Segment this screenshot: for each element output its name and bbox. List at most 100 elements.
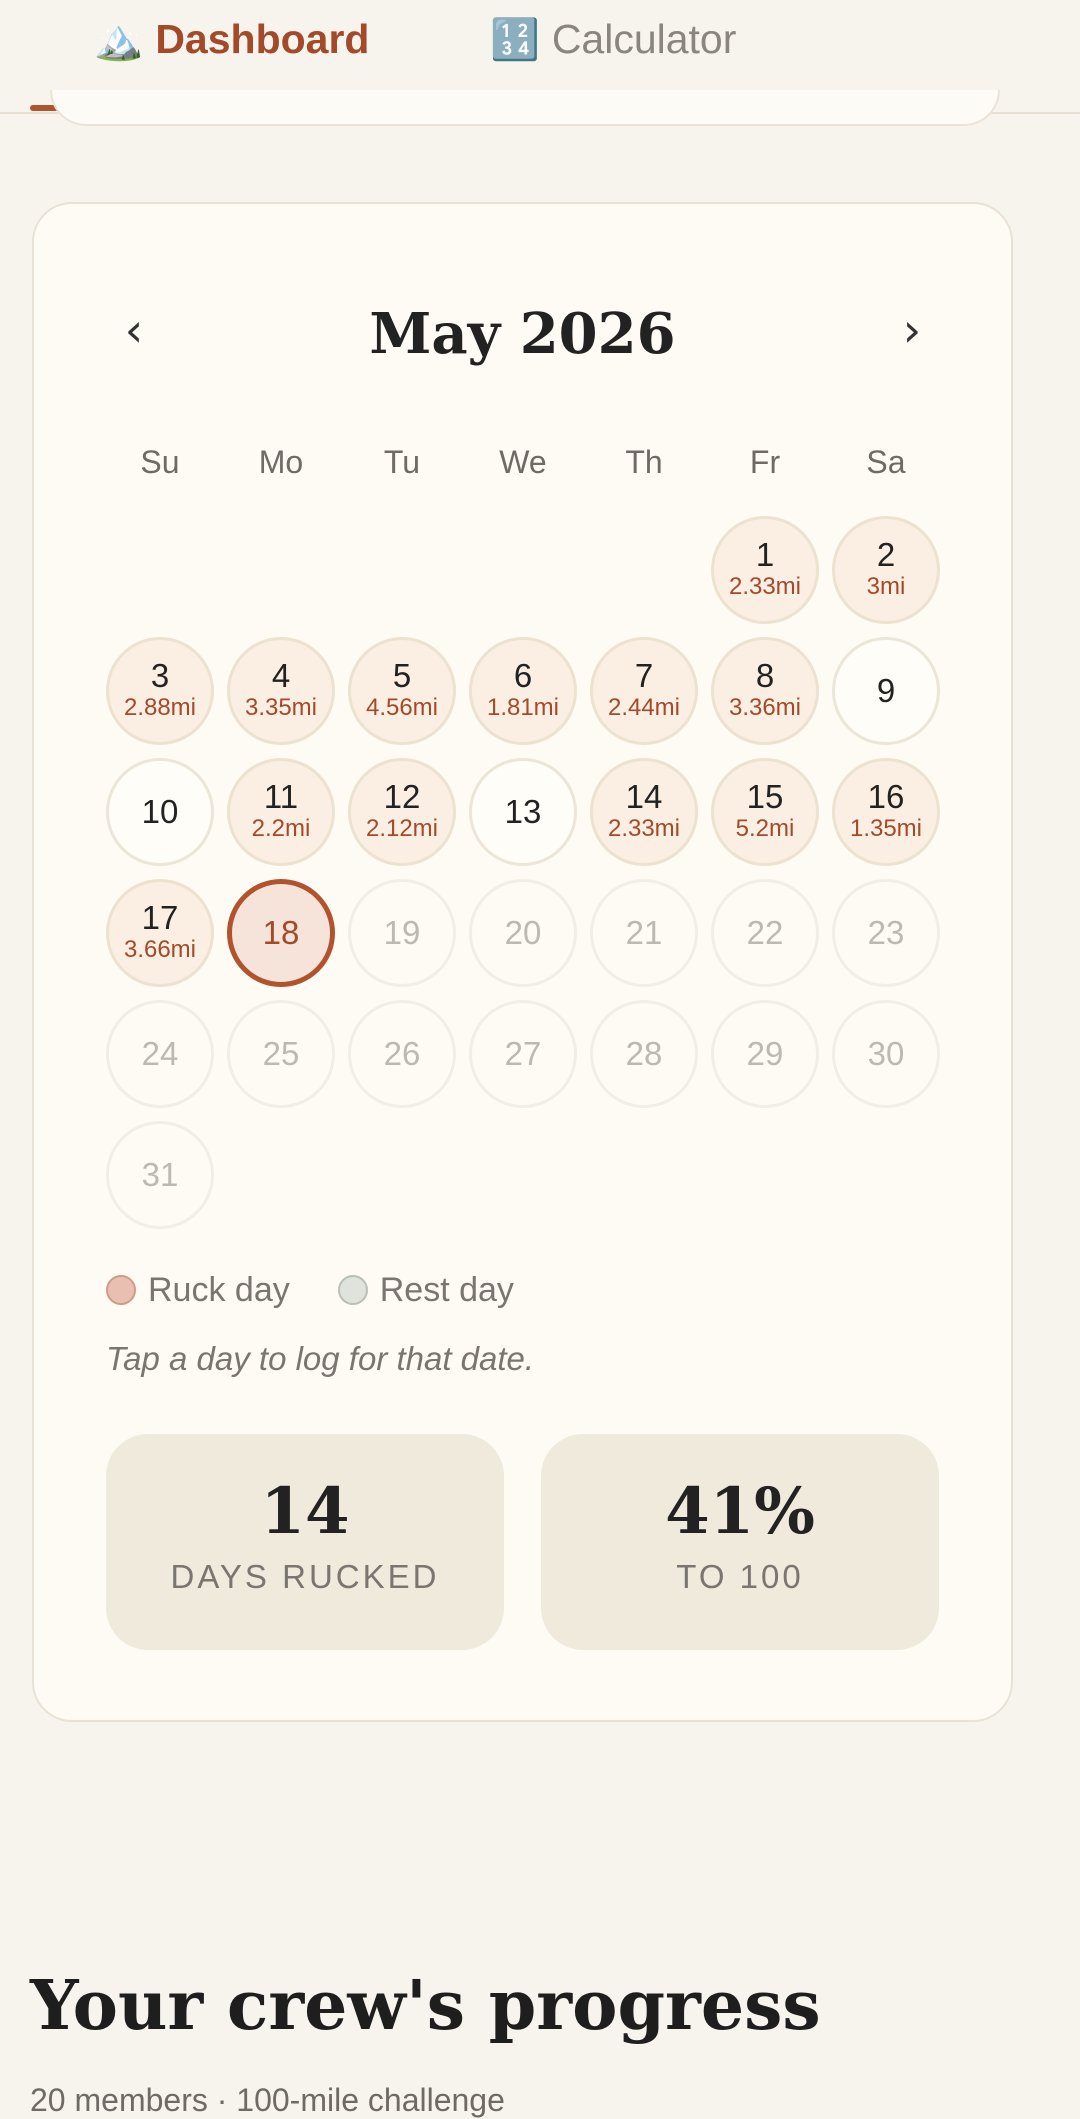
calendar-day[interactable]: 14 2.33mi [590, 758, 698, 866]
calendar-day[interactable]: 25 [227, 1000, 335, 1108]
calendar-grid: 1 2.33mi 2 3mi 3 2.88mi 4 3.35mi 5 4.56mi 6 1.81mi 7… [106, 516, 950, 1229]
day-number: 18 [262, 913, 300, 951]
day-number: 26 [383, 1034, 421, 1072]
weekday-label: Fr [749, 444, 781, 480]
day-number: 22 [746, 913, 784, 951]
day-miles: 3.36mi [728, 693, 802, 721]
day-miles: 1.35mi [849, 814, 923, 842]
calendar-day[interactable]: 1 2.33mi [711, 516, 819, 624]
day-miles: 2.44mi [607, 693, 681, 721]
calendar-day[interactable]: 24 [106, 1000, 214, 1108]
calendar-day[interactable]: 7 2.44mi [590, 637, 698, 745]
day-number: 16 [867, 778, 905, 816]
calendar-day[interactable]: 16 1.35mi [832, 758, 940, 866]
day-miles: 2.33mi [728, 572, 802, 600]
previous-card-edge [50, 90, 1000, 126]
days-rucked-value: 14 [260, 1474, 350, 1549]
day-number: 15 [746, 778, 784, 816]
day-number: 31 [141, 1155, 179, 1193]
calendar-day[interactable]: 18 [227, 879, 335, 987]
progress-percent-label: TO 100 [676, 1558, 804, 1595]
calendar-day[interactable]: 27 [469, 1000, 577, 1108]
day-number: 23 [867, 913, 905, 951]
day-number: 5 [392, 657, 412, 695]
day-number: 9 [876, 671, 896, 709]
calendar-day[interactable]: 20 [469, 879, 577, 987]
day-miles: 2.33mi [607, 814, 681, 842]
calendar-day[interactable]: 21 [590, 879, 698, 987]
day-number: 25 [262, 1034, 300, 1072]
calendar-day[interactable]: 12 2.12mi [348, 758, 456, 866]
day-number: 13 [504, 792, 542, 830]
days-rucked-stat: 14 DAYS RUCKED [106, 1434, 504, 1650]
calendar-day[interactable]: 23 [832, 879, 940, 987]
calendar-day[interactable]: 6 1.81mi [469, 637, 577, 745]
calendar-day[interactable]: 13 [469, 758, 577, 866]
day-number: 21 [625, 913, 663, 951]
weekday-label: Mo [258, 444, 304, 480]
day-number: 28 [625, 1034, 663, 1072]
day-miles: 5.2mi [735, 814, 795, 842]
progress-percent-value: 41% [665, 1474, 815, 1549]
day-number: 11 [263, 778, 299, 816]
weekday-label: Sa [866, 444, 906, 480]
calendar-day[interactable]: 11 2.2mi [227, 758, 335, 866]
calendar-day[interactable]: 10 [106, 758, 214, 866]
day-number: 1 [755, 536, 775, 574]
calendar-day[interactable]: 19 [348, 879, 456, 987]
calendar-legend: Ruck day Rest day [106, 1268, 514, 1312]
calendar-day[interactable]: 22 [711, 879, 819, 987]
days-rucked-label: DAYS RUCKED [170, 1558, 440, 1595]
day-number: 17 [141, 899, 179, 937]
day-miles: 3.66mi [123, 935, 197, 963]
calendar-day[interactable]: 26 [348, 1000, 456, 1108]
legend-rest-label: Rest day [379, 1270, 514, 1309]
crew-section-title: Your crew's progress [30, 1966, 821, 2046]
calendar-header: ‹ May 2026 › [34, 292, 1011, 376]
day-miles: 2.12mi [365, 814, 439, 842]
calendar-day[interactable]: 29 [711, 1000, 819, 1108]
calendar-day[interactable]: 31 [106, 1121, 214, 1229]
weekday-row: Su Mo Tu We Th Fr Sa [106, 444, 950, 494]
calendar-day[interactable]: 9 [832, 637, 940, 745]
day-number: 19 [383, 913, 421, 951]
crew-section-subtitle: 20 members · 100-mile challenge [30, 2082, 505, 2118]
day-number: 10 [141, 792, 179, 830]
weekday-label: Th [625, 444, 663, 480]
calendar-day[interactable]: 28 [590, 1000, 698, 1108]
day-number: 7 [634, 657, 654, 695]
day-number: 14 [625, 778, 663, 816]
calendar-day[interactable]: 2 3mi [832, 516, 940, 624]
day-number: 24 [141, 1034, 179, 1072]
day-number: 20 [504, 913, 542, 951]
tab-dashboard-label: Dashboard [155, 16, 370, 62]
numbers-icon: 🔢 [490, 18, 540, 62]
progress-percent-stat: 41% TO 100 [541, 1434, 939, 1650]
day-number: 30 [867, 1034, 905, 1072]
tab-calculator-label: Calculator [551, 16, 737, 62]
calendar-day[interactable]: 8 3.36mi [711, 637, 819, 745]
calendar-day[interactable]: 5 4.56mi [348, 637, 456, 745]
calendar-day[interactable]: 4 3.35mi [227, 637, 335, 745]
day-miles: 4.56mi [365, 693, 439, 721]
day-number: 8 [755, 657, 775, 695]
day-miles: 2.2mi [251, 814, 311, 842]
day-number: 4 [271, 657, 291, 695]
ruck-day-swatch [106, 1275, 136, 1305]
day-miles: 2.88mi [123, 693, 197, 721]
day-number: 6 [513, 657, 533, 695]
weekday-label: Tu [383, 444, 421, 480]
rest-day-swatch [337, 1275, 368, 1305]
calendar-day[interactable]: 30 [832, 1000, 940, 1108]
legend-ruck-label: Ruck day [148, 1270, 290, 1309]
next-month-button[interactable]: › [882, 300, 942, 360]
calendar-day[interactable]: 3 2.88mi [106, 637, 214, 745]
day-miles: 3.35mi [244, 693, 318, 721]
calendar-day[interactable]: 17 3.66mi [106, 879, 214, 987]
calendar-hint: Tap a day to log for that date. [106, 1340, 535, 1377]
day-miles: 1.81mi [486, 693, 560, 721]
day-number: 3 [150, 657, 170, 695]
day-number: 29 [746, 1034, 784, 1072]
mountain-icon: 🏔️ [93, 18, 144, 62]
calendar-day[interactable]: 15 5.2mi [711, 758, 819, 866]
